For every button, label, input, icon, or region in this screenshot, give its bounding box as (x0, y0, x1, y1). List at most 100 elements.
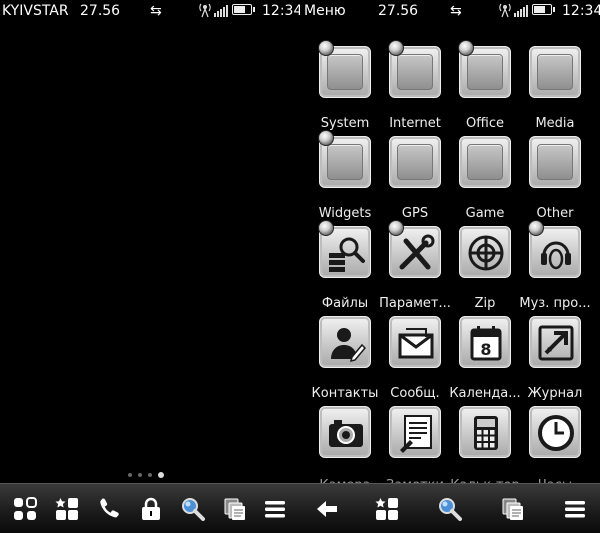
app-tile[interactable] (529, 46, 581, 98)
tools-icon (399, 234, 435, 270)
home-screen: KYIVSTAR 27.56 ⇆ 12:34 (0, 0, 300, 533)
messages-icon (398, 328, 434, 359)
folder-badge-icon (318, 40, 334, 56)
menu-item-календа[interactable]: 8 Календа... (449, 316, 521, 406)
back-button[interactable] (312, 494, 342, 524)
battery-value: 27.56 (80, 3, 121, 19)
app-tile[interactable]: 8 (459, 316, 511, 368)
app-tile[interactable] (459, 406, 511, 458)
folder-badge-icon (318, 220, 334, 236)
menu-item-zip[interactable]: Zip (450, 226, 520, 316)
antenna-icon (199, 3, 211, 18)
calculator-icon (474, 416, 498, 450)
signal-strength-icon (214, 3, 228, 17)
tasks-icon (502, 498, 523, 520)
bottom-taskbar (0, 483, 300, 533)
lock-button[interactable] (136, 494, 166, 524)
clock-time: 12:34 (562, 3, 600, 19)
contacts-icon (331, 328, 366, 363)
menu-item-game[interactable]: Game (450, 136, 520, 226)
menu-button[interactable] (560, 494, 590, 524)
app-tile[interactable] (319, 316, 371, 368)
menu-item-office[interactable]: Office (450, 40, 520, 136)
zip-icon (468, 235, 504, 271)
favorites-button[interactable] (372, 494, 402, 524)
app-tile[interactable] (389, 136, 441, 188)
apps-grid-button[interactable] (10, 494, 40, 524)
search-button[interactable] (435, 494, 465, 524)
menu-item-label: Other (536, 206, 574, 221)
music-player-icon (541, 241, 571, 270)
camera-icon (329, 420, 363, 447)
lock-icon (142, 497, 160, 520)
menu-item-журнал[interactable]: Журнал (520, 316, 590, 406)
menu-item-контакты[interactable]: Контакты (310, 316, 380, 406)
bottom-taskbar (300, 483, 600, 533)
clock-time: 12:34 (262, 3, 300, 19)
folder-icon (327, 54, 363, 90)
folder-badge-icon (458, 40, 474, 56)
page-dot[interactable] (138, 473, 142, 477)
usb-icon: ⇆ (150, 3, 162, 19)
app-tile[interactable] (319, 406, 371, 458)
phone-button[interactable] (94, 494, 124, 524)
app-tile[interactable] (529, 136, 581, 188)
app-tile[interactable] (389, 406, 441, 458)
calendar-icon: 8 (470, 326, 502, 361)
folder-icon (467, 144, 503, 180)
signal-strength-icon (514, 3, 528, 17)
status-bar: Меню 27.56 ⇆ 12:34 (300, 0, 600, 24)
app-tile[interactable] (459, 136, 511, 188)
folder-icon (467, 54, 503, 90)
back-arrow-icon (317, 501, 337, 517)
menu-button[interactable] (260, 494, 290, 524)
folder-badge-icon (388, 40, 404, 56)
folder-badge-icon (318, 130, 334, 146)
battery-value: 27.56 (378, 3, 419, 19)
menu-item-label: Журнал (527, 386, 583, 401)
search-button[interactable] (178, 494, 208, 524)
menu-item-system[interactable]: System (310, 40, 380, 136)
page-dot[interactable] (148, 473, 152, 477)
menu-item-муз-про[interactable]: Муз. про... (519, 220, 591, 316)
menu-item-gps[interactable]: GPS (380, 136, 450, 226)
tasks-button[interactable] (498, 494, 528, 524)
operator-name: KYIVSTAR (2, 3, 69, 19)
menu-item-файлы[interactable]: Файлы (310, 220, 380, 316)
search-icon (439, 498, 462, 521)
tasks-button[interactable] (220, 494, 250, 524)
page-dot[interactable] (128, 473, 132, 477)
battery-icon (232, 4, 255, 15)
app-tile[interactable] (459, 226, 511, 278)
menu-item-label: Media (535, 116, 575, 131)
menu-item-парамет[interactable]: Парамет... (379, 220, 451, 316)
screen-title: Меню (304, 3, 346, 19)
favorites-button[interactable] (52, 494, 82, 524)
phone-icon (100, 498, 119, 518)
menu-item-media[interactable]: Media (520, 46, 590, 136)
menu-item-widgets[interactable]: Widgets (310, 130, 380, 226)
folder-icon (537, 54, 573, 90)
menu-item-internet[interactable]: Internet (380, 40, 450, 136)
menu-screen: Меню 27.56 ⇆ 12:34 System Internet Office M… (300, 0, 600, 533)
battery-icon (532, 4, 555, 15)
folder-icon (327, 144, 363, 180)
status-bar: KYIVSTAR 27.56 ⇆ 12:34 (0, 0, 300, 24)
favorites-icon (55, 498, 78, 520)
app-tile[interactable] (529, 406, 581, 458)
usb-icon: ⇆ (450, 3, 462, 19)
menu-item-label: Муз. про... (519, 296, 591, 311)
page-dot-active[interactable] (158, 472, 164, 478)
antenna-icon (499, 3, 511, 18)
menu-item-other[interactable]: Other (520, 136, 590, 226)
page-indicator[interactable] (128, 472, 164, 478)
folder-badge-icon (528, 220, 544, 236)
clock-icon (538, 415, 574, 451)
app-tile[interactable] (529, 316, 581, 368)
app-tile[interactable] (389, 316, 441, 368)
folder-badge-icon (388, 220, 404, 236)
apps-grid-icon (14, 497, 37, 520)
menu-item-сообщ[interactable]: Сообщ. (380, 316, 450, 406)
notes-icon (400, 415, 432, 453)
file-manager-icon (329, 237, 365, 272)
